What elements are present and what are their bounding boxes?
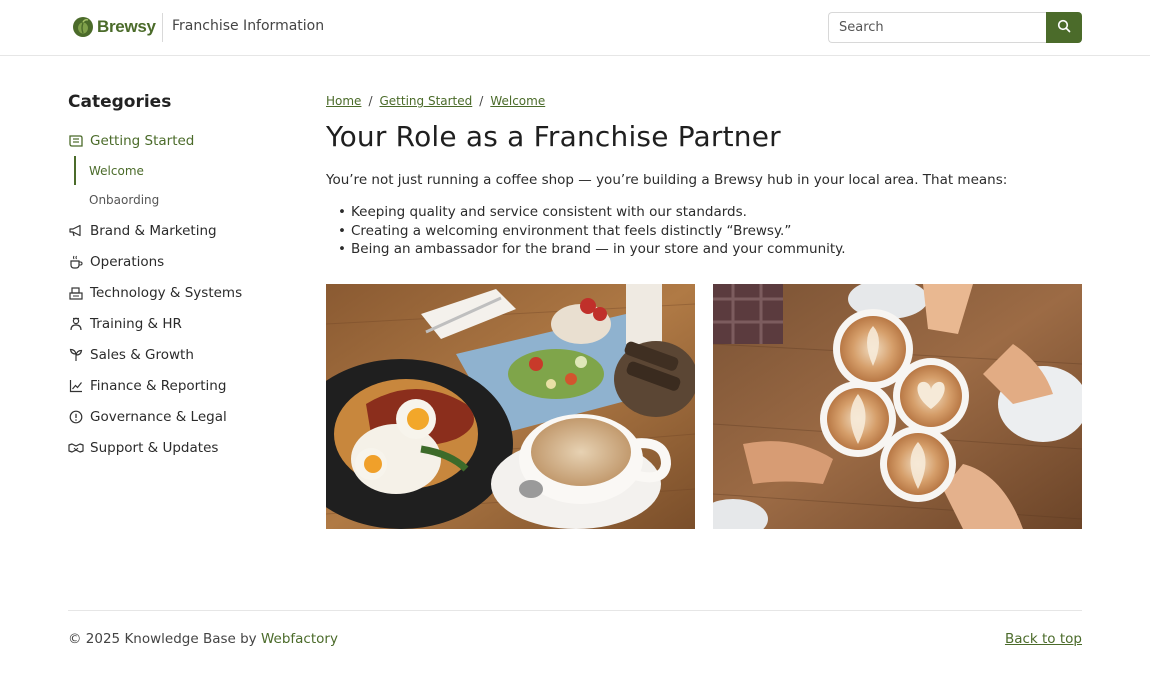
top-navbar: Brewsy Franchise Information [0,0,1150,56]
sidebar-item-label: Getting Started [90,132,195,149]
getting-started-subnav: Welcome Onbaording [74,156,298,214]
breadcrumb-getting-started[interactable]: Getting Started [379,94,472,108]
breadcrumb-separator: / [479,94,484,108]
sidebar-item-operations[interactable]: Operations [68,246,298,277]
sidebar-item-support-updates[interactable]: Support & Updates [68,432,298,463]
sidebar-item-label: Finance & Reporting [90,377,227,394]
sidebar: Categories Getting Started Welcome Onbao… [68,92,298,463]
search-icon [1057,18,1071,37]
sidebar-item-label: Training & HR [90,315,182,332]
responsibility-list: Keeping quality and service consistent w… [338,203,846,259]
copyright: © 2025 Knowledge Base by Webfactory [68,631,338,647]
search-input[interactable] [828,12,1047,43]
list-item: Creating a welcoming environment that fe… [338,222,846,241]
sidebar-item-label: Support & Updates [90,439,219,456]
sidebar-item-label: Governance & Legal [90,408,227,425]
sidebar-item-label: Sales & Growth [90,346,194,363]
latte-art-photo [713,284,1082,529]
brand-name: Brewsy [97,17,156,36]
sprout-icon [68,347,84,363]
brand-logo[interactable]: Brewsy [73,16,156,38]
sidebar-item-brand-marketing[interactable]: Brand & Marketing [68,215,298,246]
sidebar-item-governance-legal[interactable]: Governance & Legal [68,401,298,432]
list-item: Being an ambassador for the brand — in y… [338,240,846,259]
breadcrumb-welcome[interactable]: Welcome [490,94,545,108]
footer-divider [68,610,1082,611]
header-divider [162,13,163,42]
list-item: Keeping quality and service consistent w… [338,203,846,222]
search-button[interactable] [1046,12,1082,43]
back-to-top-link[interactable]: Back to top [1005,631,1082,647]
sidebar-item-label: Brand & Marketing [90,222,217,239]
site-title: Franchise Information [172,18,325,34]
person-icon [68,316,84,332]
breakfast-photo [326,284,695,529]
chart-line-icon [68,378,84,394]
subnav-item-onboarding[interactable]: Onbaording [76,185,298,214]
sidebar-item-training-hr[interactable]: Training & HR [68,308,298,339]
sidebar-item-sales-growth[interactable]: Sales & Growth [68,339,298,370]
sidebar-item-technology-systems[interactable]: Technology & Systems [68,277,298,308]
sidebar-item-label: Technology & Systems [90,284,243,301]
page-title: Your Role as a Franchise Partner [326,120,781,153]
coffee-cup-icon [68,254,84,270]
breadcrumb-separator: / [368,94,373,108]
breadcrumb: Home / Getting Started / Welcome [326,94,545,108]
book-icon [68,133,84,149]
sidebar-item-label: Operations [90,253,165,270]
breadcrumb-home[interactable]: Home [326,94,361,108]
copyright-text: © 2025 Knowledge Base by [68,631,261,647]
sidebar-item-getting-started[interactable]: Getting Started [68,125,298,156]
sidebar-item-finance-reporting[interactable]: Finance & Reporting [68,370,298,401]
info-circle-icon [68,409,84,425]
subnav-item-welcome[interactable]: Welcome [74,156,298,185]
megaphone-icon [68,223,84,239]
webfactory-link[interactable]: Webfactory [261,631,338,647]
register-icon [68,285,84,301]
handshake-icon [68,440,84,456]
sidebar-heading: Categories [68,92,172,112]
intro-paragraph: You’re not just running a coffee shop — … [326,172,1008,188]
coffee-bean-logo-icon [73,17,93,37]
